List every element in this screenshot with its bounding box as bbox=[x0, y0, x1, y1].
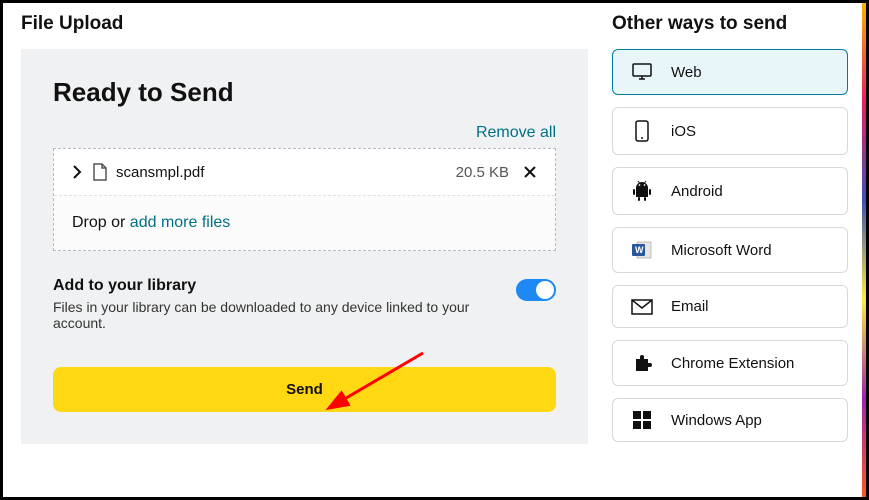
other-ways-heading: Other ways to send bbox=[612, 13, 848, 35]
file-name: scansmpl.pdf bbox=[116, 164, 456, 181]
send-button[interactable]: Send bbox=[53, 367, 556, 412]
option-word[interactable]: W Microsoft Word bbox=[612, 227, 848, 273]
upload-panel: Ready to Send Remove all scansmpl.pdf 20… bbox=[21, 49, 588, 444]
option-label: Windows App bbox=[671, 412, 762, 429]
panel-title: Ready to Send bbox=[53, 77, 556, 108]
file-size: 20.5 KB bbox=[456, 164, 509, 181]
option-chrome-extension[interactable]: Chrome Extension bbox=[612, 340, 848, 386]
option-label: Web bbox=[671, 64, 702, 81]
option-label: iOS bbox=[671, 123, 696, 140]
library-toggle[interactable] bbox=[516, 279, 556, 301]
option-label: Email bbox=[671, 298, 709, 315]
phone-icon bbox=[629, 120, 655, 142]
option-label: Microsoft Word bbox=[671, 242, 772, 259]
drop-prefix: Drop or bbox=[72, 214, 130, 231]
option-web[interactable]: Web bbox=[612, 49, 848, 95]
library-desc: Files in your library can be downloaded … bbox=[53, 299, 516, 331]
option-email[interactable]: Email bbox=[612, 285, 848, 328]
remove-file-icon[interactable] bbox=[523, 165, 537, 179]
add-more-files-link[interactable]: add more files bbox=[130, 214, 231, 231]
option-android[interactable]: Android bbox=[612, 167, 848, 215]
library-title: Add to your library bbox=[53, 277, 516, 295]
option-windows-app[interactable]: Windows App bbox=[612, 398, 848, 442]
file-row: scansmpl.pdf 20.5 KB bbox=[54, 149, 555, 196]
option-ios[interactable]: iOS bbox=[612, 107, 848, 155]
monitor-icon bbox=[629, 62, 655, 82]
drop-more-area[interactable]: Drop or add more files bbox=[54, 196, 555, 250]
android-icon bbox=[629, 180, 655, 202]
email-icon bbox=[629, 299, 655, 315]
option-label: Chrome Extension bbox=[671, 355, 794, 372]
windows-icon bbox=[629, 411, 655, 429]
file-upload-heading: File Upload bbox=[21, 13, 588, 35]
remove-all-link[interactable]: Remove all bbox=[476, 124, 556, 141]
chevron-right-icon[interactable] bbox=[72, 165, 82, 179]
edge-decoration bbox=[862, 3, 866, 497]
puzzle-icon bbox=[629, 353, 655, 373]
dropzone[interactable]: scansmpl.pdf 20.5 KB Drop or add more fi… bbox=[53, 148, 556, 251]
word-icon: W bbox=[629, 240, 655, 260]
file-pdf-icon bbox=[92, 163, 108, 181]
svg-text:W: W bbox=[635, 245, 644, 255]
option-label: Android bbox=[671, 183, 723, 200]
